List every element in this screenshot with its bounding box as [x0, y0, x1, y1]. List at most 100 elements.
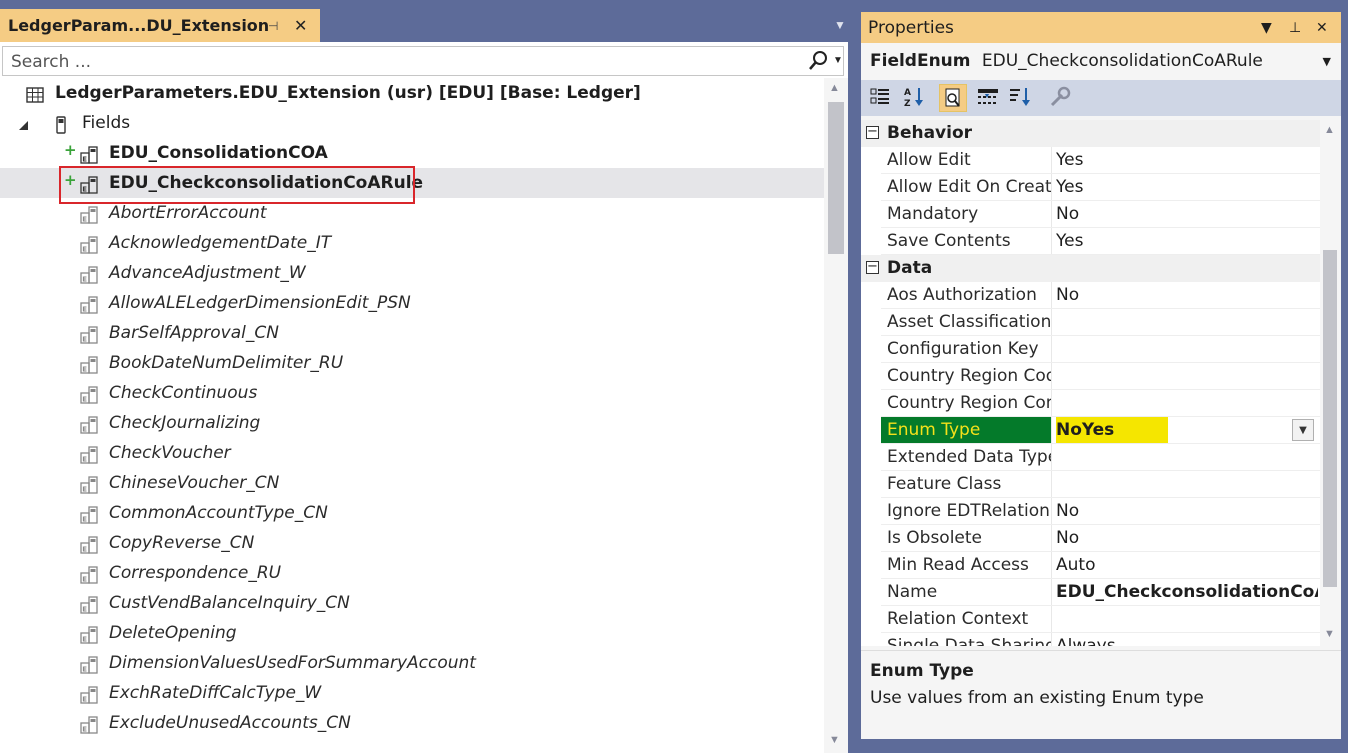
- property-row[interactable]: NameEDU_CheckconsolidationCoARule: [881, 579, 1320, 606]
- tree-item-field[interactable]: E CheckJournalizing: [0, 408, 824, 438]
- scroll-down-icon[interactable]: ▼: [829, 734, 840, 746]
- tree-item-field[interactable]: E AcknowledgementDate_IT: [0, 228, 824, 258]
- property-value[interactable]: [1052, 336, 1318, 362]
- property-value[interactable]: [1052, 390, 1318, 416]
- property-row[interactable]: Min Read Access Auto: [881, 552, 1320, 579]
- tree-item-label: DeleteOpening: [109, 623, 237, 643]
- property-row[interactable]: Extended Data Type: [881, 444, 1320, 471]
- property-value[interactable]: [1052, 363, 1318, 389]
- property-row[interactable]: Single Data Sharing FieldAlways: [881, 633, 1320, 646]
- close-icon[interactable]: ✕: [1316, 12, 1328, 45]
- object-selector[interactable]: FieldEnum EDU_CheckconsolidationCoARule …: [861, 43, 1341, 80]
- collapse-icon[interactable]: −: [866, 260, 879, 274]
- tree-item-field[interactable]: E CustVendBalanceInquiry_CN: [0, 588, 824, 618]
- property-row[interactable]: Country Region Context Fields: [881, 390, 1320, 417]
- sort-descending-icon[interactable]: [1007, 84, 1035, 112]
- chevron-down-icon[interactable]: ▼: [1323, 43, 1331, 80]
- property-name: Mandatory: [881, 201, 1052, 227]
- property-row[interactable]: Allow Edit Yes: [881, 147, 1320, 174]
- property-value[interactable]: Auto: [1052, 552, 1318, 578]
- property-name: Relation Context: [881, 606, 1052, 632]
- tree-scrollbar[interactable]: ▲ ▼: [824, 78, 848, 753]
- svg-text:E: E: [82, 246, 87, 254]
- enum-field-icon: E: [80, 624, 98, 644]
- tree-node-fields[interactable]: Fields: [0, 108, 824, 138]
- property-value[interactable]: Yes: [1052, 174, 1318, 200]
- property-row[interactable]: Mandatory No: [881, 201, 1320, 228]
- close-tab-icon[interactable]: ✕: [294, 9, 307, 43]
- property-value[interactable]: NoYes: [1052, 417, 1320, 443]
- tree-item-field[interactable]: E ChineseVoucher_CN: [0, 468, 824, 498]
- property-row[interactable]: Is Obsolete No: [881, 525, 1320, 552]
- tree-item-field[interactable]: E Correspondence_RU: [0, 558, 824, 588]
- pin-icon[interactable]: ⊥: [1289, 12, 1301, 45]
- category-data[interactable]: − Data: [861, 255, 1320, 282]
- tree-item-new-field[interactable]: + E EDU_ConsolidationCOA: [0, 138, 824, 168]
- property-row[interactable]: Country Region Codes: [881, 363, 1320, 390]
- svg-text:E: E: [82, 636, 87, 644]
- tree-item-field[interactable]: E BookDateNumDelimiter_RU: [0, 348, 824, 378]
- window-position-chevron-icon[interactable]: ▼: [1261, 12, 1272, 45]
- collapse-icon[interactable]: −: [866, 125, 879, 139]
- property-row[interactable]: Asset Classification: [881, 309, 1320, 336]
- property-value[interactable]: [1052, 444, 1318, 470]
- property-value[interactable]: Yes: [1052, 228, 1318, 254]
- enum-field-icon: E: [80, 594, 98, 614]
- category-behavior[interactable]: − Behavior: [861, 120, 1320, 147]
- category-label: Behavior: [887, 123, 973, 143]
- property-pages-icon[interactable]: [939, 84, 967, 112]
- scroll-down-icon[interactable]: ▼: [1324, 628, 1335, 640]
- property-value[interactable]: No: [1052, 282, 1318, 308]
- property-name: Extended Data Type: [881, 444, 1052, 470]
- property-value[interactable]: No: [1052, 498, 1318, 524]
- property-row[interactable]: Enum Type ▼ NoYes: [881, 417, 1320, 444]
- alphabetical-sort-icon[interactable]: AZ: [901, 84, 929, 112]
- tab-list-dropdown-icon[interactable]: ▼: [834, 18, 846, 32]
- property-value[interactable]: EDU_CheckconsolidationCoARule: [1052, 579, 1318, 605]
- collapse-triangle-icon[interactable]: [16, 114, 34, 132]
- categorized-icon[interactable]: [867, 84, 895, 112]
- properties-title: Properties: [868, 18, 954, 38]
- tree-item-field[interactable]: E DeleteOpening: [0, 618, 824, 648]
- tree-item-field[interactable]: E BarSelfApproval_CN: [0, 318, 824, 348]
- property-value[interactable]: No: [1052, 201, 1318, 227]
- property-value[interactable]: Always: [1052, 633, 1318, 646]
- enum-field-icon: E: [80, 264, 98, 284]
- scrollbar-thumb[interactable]: [1323, 250, 1337, 587]
- document-tab[interactable]: LedgerParam...DU_Extension ⊣ ✕: [0, 9, 320, 42]
- tree-item-field[interactable]: E AdvanceAdjustment_W: [0, 258, 824, 288]
- property-value[interactable]: No: [1052, 525, 1318, 551]
- property-value[interactable]: [1052, 606, 1318, 632]
- tree-item-field[interactable]: E CheckContinuous: [0, 378, 824, 408]
- property-value[interactable]: Yes: [1052, 147, 1318, 173]
- events-icon[interactable]: [975, 84, 1003, 112]
- tree-item-field[interactable]: E DimensionValuesUsedForSummaryAccount: [0, 648, 824, 678]
- property-row[interactable]: Aos Authorization No: [881, 282, 1320, 309]
- property-row[interactable]: Ignore EDTRelation No: [881, 498, 1320, 525]
- scroll-up-icon[interactable]: ▲: [829, 82, 840, 94]
- property-grid-scrollbar[interactable]: ▲ ▼: [1320, 120, 1341, 646]
- search-options-chevron-icon[interactable]: ▼: [833, 55, 843, 66]
- tree-item-field[interactable]: E CommonAccountType_CN: [0, 498, 824, 528]
- wrench-icon[interactable]: [1047, 84, 1075, 112]
- property-row[interactable]: Feature Class: [881, 471, 1320, 498]
- tree-item-label: CopyReverse_CN: [109, 533, 255, 553]
- tree-root-node[interactable]: LedgerParameters.EDU_Extension (usr) [ED…: [0, 78, 824, 108]
- scroll-up-icon[interactable]: ▲: [1324, 124, 1335, 136]
- search-input[interactable]: [9, 49, 793, 75]
- property-row[interactable]: Relation Context: [881, 606, 1320, 633]
- tree-item-field[interactable]: E AllowALELedgerDimensionEdit_PSN: [0, 288, 824, 318]
- property-row[interactable]: Allow Edit On Create Yes: [881, 174, 1320, 201]
- svg-text:A: A: [904, 88, 911, 98]
- property-row[interactable]: Configuration Key: [881, 336, 1320, 363]
- tree-item-field[interactable]: E CopyReverse_CN: [0, 528, 824, 558]
- tree-item-field[interactable]: E ExcludeUnusedAccounts_CN: [0, 708, 824, 738]
- search-icon[interactable]: [807, 50, 829, 72]
- property-value[interactable]: [1052, 309, 1318, 335]
- property-row[interactable]: Save Contents Yes: [881, 228, 1320, 255]
- scrollbar-thumb[interactable]: [828, 102, 844, 254]
- tree-item-field[interactable]: E ExchRateDiffCalcType_W: [0, 678, 824, 708]
- property-value[interactable]: [1052, 471, 1318, 497]
- tree-item-field[interactable]: E CheckVoucher: [0, 438, 824, 468]
- pin-icon[interactable]: ⊣: [268, 9, 278, 43]
